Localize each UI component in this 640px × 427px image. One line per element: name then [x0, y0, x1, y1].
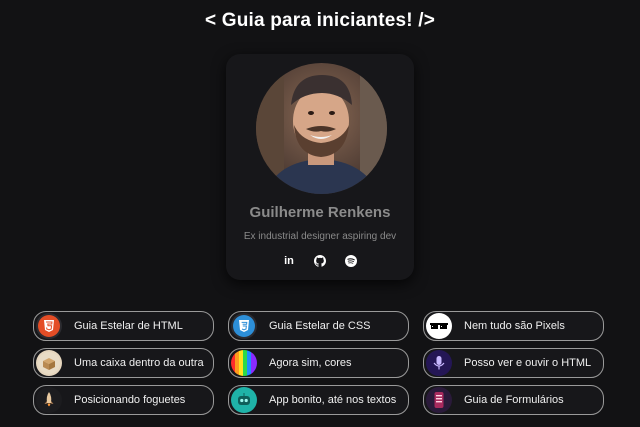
profile-bio: Ex industrial designer aspiring dev — [243, 231, 397, 242]
profile-card: Guilherme Renkens Ex industrial designer… — [226, 54, 414, 280]
rainbow-icon — [231, 350, 257, 376]
link-label: Agora sim, cores — [269, 357, 352, 369]
css3-icon — [231, 313, 257, 339]
link-nem-tudo-pixels[interactable]: Nem tudo são Pixels — [423, 311, 604, 341]
link-label: App bonito, até nos textos — [269, 394, 397, 406]
link-guia-html[interactable]: Guia Estelar de HTML — [33, 311, 214, 341]
link-caixa-dentro[interactable]: Uma caixa dentro da outra — [33, 348, 214, 378]
github-link[interactable] — [311, 252, 329, 270]
spotify-icon — [345, 255, 357, 267]
link-label: Guia Estelar de HTML — [74, 320, 183, 332]
link-app-bonito[interactable]: App bonito, até nos textos — [228, 385, 409, 415]
html5-icon — [36, 313, 62, 339]
social-links: in — [226, 252, 414, 270]
link-label: Guia de Formulários — [464, 394, 564, 406]
link-ver-ouvir-html[interactable]: Posso ver e ouvir o HTML — [423, 348, 604, 378]
github-icon — [314, 255, 326, 267]
phone-form-icon — [426, 387, 452, 413]
page-title: < Guia para iniciantes! /> — [204, 10, 436, 31]
link-guia-css[interactable]: Guia Estelar de CSS — [228, 311, 409, 341]
linkedin-icon: in — [284, 255, 294, 267]
pixel-sunglasses-icon — [426, 313, 452, 339]
link-label: Guia Estelar de CSS — [269, 320, 371, 332]
link-guia-formularios[interactable]: Guia de Formulários — [423, 385, 604, 415]
microphone-icon — [426, 350, 452, 376]
spotify-link[interactable] — [342, 252, 360, 270]
robot-icon — [231, 387, 257, 413]
link-agora-cores[interactable]: Agora sim, cores — [228, 348, 409, 378]
linkedin-link[interactable]: in — [280, 252, 298, 270]
box-icon — [36, 350, 62, 376]
link-label: Nem tudo são Pixels — [464, 320, 565, 332]
rocket-icon — [36, 387, 62, 413]
profile-name: Guilherme Renkens — [249, 204, 391, 221]
link-label: Posso ver e ouvir o HTML — [464, 357, 592, 369]
avatar — [256, 63, 387, 194]
link-posicionando-foguetes[interactable]: Posicionando foguetes — [33, 385, 214, 415]
link-label: Uma caixa dentro da outra — [74, 357, 204, 369]
link-label: Posicionando foguetes — [74, 394, 186, 406]
